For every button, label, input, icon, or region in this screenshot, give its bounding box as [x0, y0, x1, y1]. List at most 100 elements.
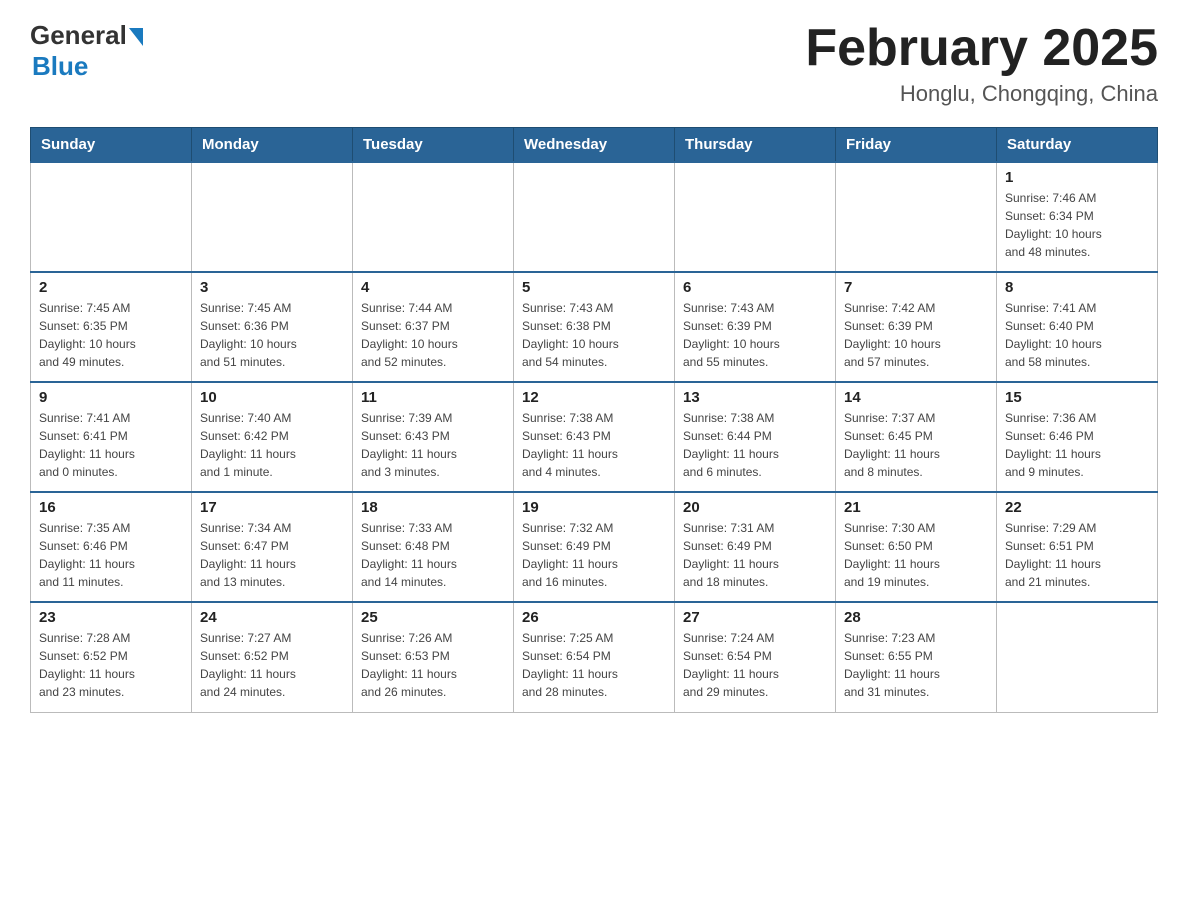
day-number: 6 [683, 279, 827, 296]
week-row-2: 2 Sunrise: 7:45 AM Sunset: 6:35 PM Daylig… [31, 272, 1158, 382]
day-info: Sunrise: 7:46 AM Sunset: 6:34 PM Dayligh… [1005, 189, 1149, 261]
day-info: Sunrise: 7:25 AM Sunset: 6:54 PM Dayligh… [522, 629, 666, 701]
day-number: 8 [1005, 279, 1149, 296]
week-row-4: 16 Sunrise: 7:35 AM Sunset: 6:46 PM Dayli… [31, 492, 1158, 602]
header-tuesday: Tuesday [353, 128, 514, 163]
day-info: Sunrise: 7:31 AM Sunset: 6:49 PM Dayligh… [683, 519, 827, 591]
header-sunday: Sunday [31, 128, 192, 163]
day-number: 7 [844, 279, 988, 296]
day-info: Sunrise: 7:35 AM Sunset: 6:46 PM Dayligh… [39, 519, 183, 591]
day-number: 10 [200, 389, 344, 406]
day-number: 14 [844, 389, 988, 406]
day-number: 26 [522, 609, 666, 626]
day-number: 12 [522, 389, 666, 406]
day-info: Sunrise: 7:38 AM Sunset: 6:44 PM Dayligh… [683, 409, 827, 481]
day-info: Sunrise: 7:26 AM Sunset: 6:53 PM Dayligh… [361, 629, 505, 701]
week-row-3: 9 Sunrise: 7:41 AM Sunset: 6:41 PM Daylig… [31, 382, 1158, 492]
day-number: 19 [522, 499, 666, 516]
day-info: Sunrise: 7:43 AM Sunset: 6:38 PM Dayligh… [522, 299, 666, 371]
calendar-cell: 9 Sunrise: 7:41 AM Sunset: 6:41 PM Daylig… [31, 382, 192, 492]
day-info: Sunrise: 7:38 AM Sunset: 6:43 PM Dayligh… [522, 409, 666, 481]
week-row-5: 23 Sunrise: 7:28 AM Sunset: 6:52 PM Dayli… [31, 602, 1158, 712]
day-number: 1 [1005, 169, 1149, 186]
day-info: Sunrise: 7:43 AM Sunset: 6:39 PM Dayligh… [683, 299, 827, 371]
calendar-cell: 6 Sunrise: 7:43 AM Sunset: 6:39 PM Daylig… [675, 272, 836, 382]
calendar-cell [997, 602, 1158, 712]
calendar-cell: 11Sunrise: 7:39 AM Sunset: 6:43 PM Dayli… [353, 382, 514, 492]
day-number: 16 [39, 499, 183, 516]
day-number: 27 [683, 609, 827, 626]
day-info: Sunrise: 7:30 AM Sunset: 6:50 PM Dayligh… [844, 519, 988, 591]
calendar-cell: 14Sunrise: 7:37 AM Sunset: 6:45 PM Dayli… [836, 382, 997, 492]
day-number: 24 [200, 609, 344, 626]
day-number: 21 [844, 499, 988, 516]
day-info: Sunrise: 7:29 AM Sunset: 6:51 PM Dayligh… [1005, 519, 1149, 591]
header-wednesday: Wednesday [514, 128, 675, 163]
header-friday: Friday [836, 128, 997, 163]
calendar-cell: 8 Sunrise: 7:41 AM Sunset: 6:40 PM Daylig… [997, 272, 1158, 382]
calendar-cell: 4Sunrise: 7:44 AM Sunset: 6:37 PM Daylig… [353, 272, 514, 382]
day-number: 28 [844, 609, 988, 626]
day-number: 15 [1005, 389, 1149, 406]
calendar-cell [514, 162, 675, 272]
calendar-cell: 17Sunrise: 7:34 AM Sunset: 6:47 PM Dayli… [192, 492, 353, 602]
calendar-cell: 2 Sunrise: 7:45 AM Sunset: 6:35 PM Daylig… [31, 272, 192, 382]
calendar-cell: 20 Sunrise: 7:31 AM Sunset: 6:49 PM Dayli… [675, 492, 836, 602]
calendar-cell [675, 162, 836, 272]
calendar-cell: 12 Sunrise: 7:38 AM Sunset: 6:43 PM Dayli… [514, 382, 675, 492]
calendar-cell [353, 162, 514, 272]
calendar-header-row: SundayMondayTuesdayWednesdayThursdayFrid… [31, 128, 1158, 163]
calendar-cell: 13Sunrise: 7:38 AM Sunset: 6:44 PM Dayli… [675, 382, 836, 492]
week-row-1: 1 Sunrise: 7:46 AM Sunset: 6:34 PM Daylig… [31, 162, 1158, 272]
day-number: 5 [522, 279, 666, 296]
day-number: 20 [683, 499, 827, 516]
day-number: 17 [200, 499, 344, 516]
calendar-table: SundayMondayTuesdayWednesdayThursdayFrid… [30, 127, 1158, 713]
day-number: 9 [39, 389, 183, 406]
day-info: Sunrise: 7:28 AM Sunset: 6:52 PM Dayligh… [39, 629, 183, 701]
calendar-cell [192, 162, 353, 272]
calendar-cell: 21 Sunrise: 7:30 AM Sunset: 6:50 PM Dayli… [836, 492, 997, 602]
logo-blue-text: Blue [32, 51, 88, 82]
calendar-cell: 25 Sunrise: 7:26 AM Sunset: 6:53 PM Dayli… [353, 602, 514, 712]
header-monday: Monday [192, 128, 353, 163]
day-info: Sunrise: 7:42 AM Sunset: 6:39 PM Dayligh… [844, 299, 988, 371]
calendar-cell: 7 Sunrise: 7:42 AM Sunset: 6:39 PM Daylig… [836, 272, 997, 382]
calendar-cell [31, 162, 192, 272]
day-number: 2 [39, 279, 183, 296]
day-info: Sunrise: 7:24 AM Sunset: 6:54 PM Dayligh… [683, 629, 827, 701]
calendar-cell: 23 Sunrise: 7:28 AM Sunset: 6:52 PM Dayli… [31, 602, 192, 712]
calendar-cell: 5 Sunrise: 7:43 AM Sunset: 6:38 PM Daylig… [514, 272, 675, 382]
calendar-cell: 1 Sunrise: 7:46 AM Sunset: 6:34 PM Daylig… [997, 162, 1158, 272]
day-info: Sunrise: 7:45 AM Sunset: 6:35 PM Dayligh… [39, 299, 183, 371]
calendar-cell: 18 Sunrise: 7:33 AM Sunset: 6:48 PM Dayli… [353, 492, 514, 602]
day-info: Sunrise: 7:45 AM Sunset: 6:36 PM Dayligh… [200, 299, 344, 371]
page-header: General Blue February 2025 Honglu, Chong… [30, 20, 1158, 107]
title-area: February 2025 Honglu, Chongqing, China [805, 20, 1158, 107]
day-number: 22 [1005, 499, 1149, 516]
day-number: 25 [361, 609, 505, 626]
calendar-cell: 16 Sunrise: 7:35 AM Sunset: 6:46 PM Dayli… [31, 492, 192, 602]
calendar-cell: 24 Sunrise: 7:27 AM Sunset: 6:52 PM Dayli… [192, 602, 353, 712]
day-info: Sunrise: 7:27 AM Sunset: 6:52 PM Dayligh… [200, 629, 344, 701]
day-info: Sunrise: 7:40 AM Sunset: 6:42 PM Dayligh… [200, 409, 344, 481]
calendar-cell [836, 162, 997, 272]
logo-general-text: General [30, 20, 127, 51]
day-info: Sunrise: 7:36 AM Sunset: 6:46 PM Dayligh… [1005, 409, 1149, 481]
calendar-cell: 28 Sunrise: 7:23 AM Sunset: 6:55 PM Dayli… [836, 602, 997, 712]
day-number: 23 [39, 609, 183, 626]
header-saturday: Saturday [997, 128, 1158, 163]
day-number: 4 [361, 279, 505, 296]
header-thursday: Thursday [675, 128, 836, 163]
calendar-cell: 15 Sunrise: 7:36 AM Sunset: 6:46 PM Dayli… [997, 382, 1158, 492]
day-number: 3 [200, 279, 344, 296]
day-info: Sunrise: 7:33 AM Sunset: 6:48 PM Dayligh… [361, 519, 505, 591]
day-info: Sunrise: 7:41 AM Sunset: 6:41 PM Dayligh… [39, 409, 183, 481]
day-info: Sunrise: 7:41 AM Sunset: 6:40 PM Dayligh… [1005, 299, 1149, 371]
month-title: February 2025 [805, 20, 1158, 77]
day-info: Sunrise: 7:23 AM Sunset: 6:55 PM Dayligh… [844, 629, 988, 701]
logo: General Blue [30, 20, 143, 82]
day-number: 18 [361, 499, 505, 516]
calendar-cell: 19Sunrise: 7:32 AM Sunset: 6:49 PM Dayli… [514, 492, 675, 602]
calendar-cell: 27 Sunrise: 7:24 AM Sunset: 6:54 PM Dayli… [675, 602, 836, 712]
